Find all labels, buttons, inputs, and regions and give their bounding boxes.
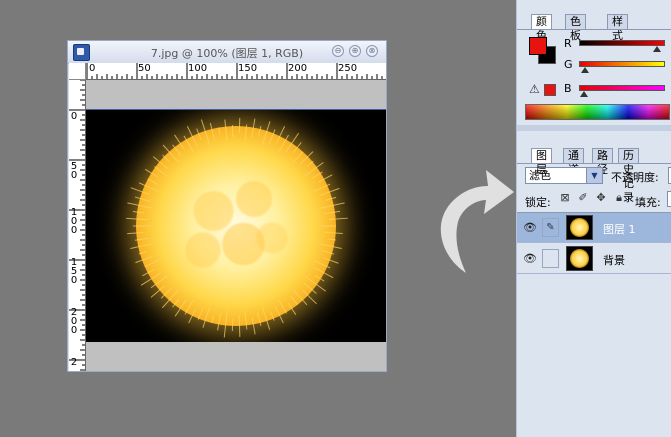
layer-thumbnail (566, 215, 593, 240)
eye-icon[interactable]: 👁︎ (523, 222, 537, 234)
layer-thumbnail (566, 246, 593, 271)
chevron-down-icon[interactable]: ▼ (586, 168, 602, 183)
sun-rays (126, 118, 348, 338)
ruler-h-label: 200 (288, 63, 308, 74)
ruler-v-label: 0 (70, 111, 78, 122)
fill-label: 填充: (635, 196, 661, 209)
tab-color[interactable]: 颜色 (531, 14, 552, 42)
vertical-ruler[interactable]: 0 5 0 1 0 0 1 5 0 2 0 0 2 (69, 80, 86, 371)
lock-label: 锁定: (525, 196, 551, 209)
close-button[interactable]: ⊗ (366, 45, 378, 57)
tab-channels[interactable]: 通道 (563, 148, 584, 176)
document-window[interactable]: 7.jpg @ 100% (图层 1, RGB) ⊖ ⊕ ⊗ 0 50 100 … (67, 40, 387, 372)
horizontal-ruler[interactable]: 0 50 100 150 200 250 (86, 63, 386, 80)
green-slider-handle[interactable] (581, 67, 590, 73)
right-panel-dock: 颜色 色板 样式 R G ⚠ B 图层 通道 路径 历史记录 滤色 ▼ 不透明度… (516, 0, 671, 437)
ruler-v-label: 1 0 0 (70, 207, 78, 236)
layer-name[interactable]: 背景 (603, 252, 625, 268)
layers-empty-area (517, 276, 671, 437)
fill-input[interactable] (667, 191, 671, 207)
brush-icon[interactable]: ✎ (542, 218, 559, 237)
layer-row-layer1[interactable]: 👁︎ ✎ 图层 1 (517, 213, 671, 243)
color-spectrum-ramp[interactable] (525, 104, 670, 120)
ruler-origin[interactable] (69, 63, 86, 80)
ruler-v-label: 5 0 (70, 161, 78, 181)
green-slider[interactable] (579, 61, 665, 67)
ruler-h-label: 250 (338, 63, 358, 74)
green-channel-label: G (564, 58, 573, 71)
foreground-color-swatch[interactable] (529, 37, 547, 55)
tab-paths[interactable]: 路径 (592, 148, 613, 176)
lock-all-icon[interactable]: 🔒︎ (613, 192, 625, 204)
lock-transparent-icon[interactable]: ⊠ (559, 192, 571, 204)
layer-row-background[interactable]: 👁︎ 背景 (517, 244, 671, 274)
tab-history[interactable]: 历史记录 (618, 148, 639, 204)
blue-channel-label: B (564, 82, 572, 95)
tab-layers[interactable]: 图层 (531, 148, 552, 176)
red-slider-handle[interactable] (653, 46, 662, 52)
eye-icon[interactable]: 👁︎ (523, 253, 537, 265)
ruler-v-label: 2 0 0 (70, 307, 78, 336)
ruler-v-label: 2 (70, 357, 78, 368)
canvas-area[interactable] (86, 80, 386, 371)
ruler-v-label: 1 5 0 (70, 257, 78, 286)
red-slider[interactable] (579, 40, 665, 46)
blue-slider-handle[interactable] (580, 91, 589, 97)
canvas-image[interactable] (86, 109, 386, 342)
ruler-h-label: 50 (138, 63, 151, 74)
layer-name[interactable]: 图层 1 (603, 221, 636, 237)
curved-arrow-graphic (440, 170, 514, 273)
document-titlebar[interactable]: 7.jpg @ 100% (图层 1, RGB) ⊖ ⊕ ⊗ (68, 41, 386, 64)
minimize-button[interactable]: ⊖ (332, 45, 344, 57)
maximize-button[interactable]: ⊕ (349, 45, 361, 57)
lock-brush-icon[interactable]: ✐ (577, 192, 589, 204)
link-cell[interactable] (542, 249, 559, 268)
opacity-label: 不透明度: (611, 171, 659, 184)
ruler-h-label: 150 (238, 63, 258, 74)
gamut-warning-icon[interactable]: ⚠ (529, 82, 540, 96)
tab-styles[interactable]: 样式 (607, 14, 628, 42)
red-channel-label: R (564, 37, 572, 50)
ruler-h-label: 100 (188, 63, 208, 74)
tab-swatches[interactable]: 色板 (565, 14, 586, 42)
gamut-warning-swatch[interactable] (544, 84, 556, 96)
lock-move-icon[interactable]: ✥ (595, 192, 607, 204)
blue-slider[interactable] (579, 85, 665, 91)
ruler-h-label: 0 (89, 63, 96, 74)
